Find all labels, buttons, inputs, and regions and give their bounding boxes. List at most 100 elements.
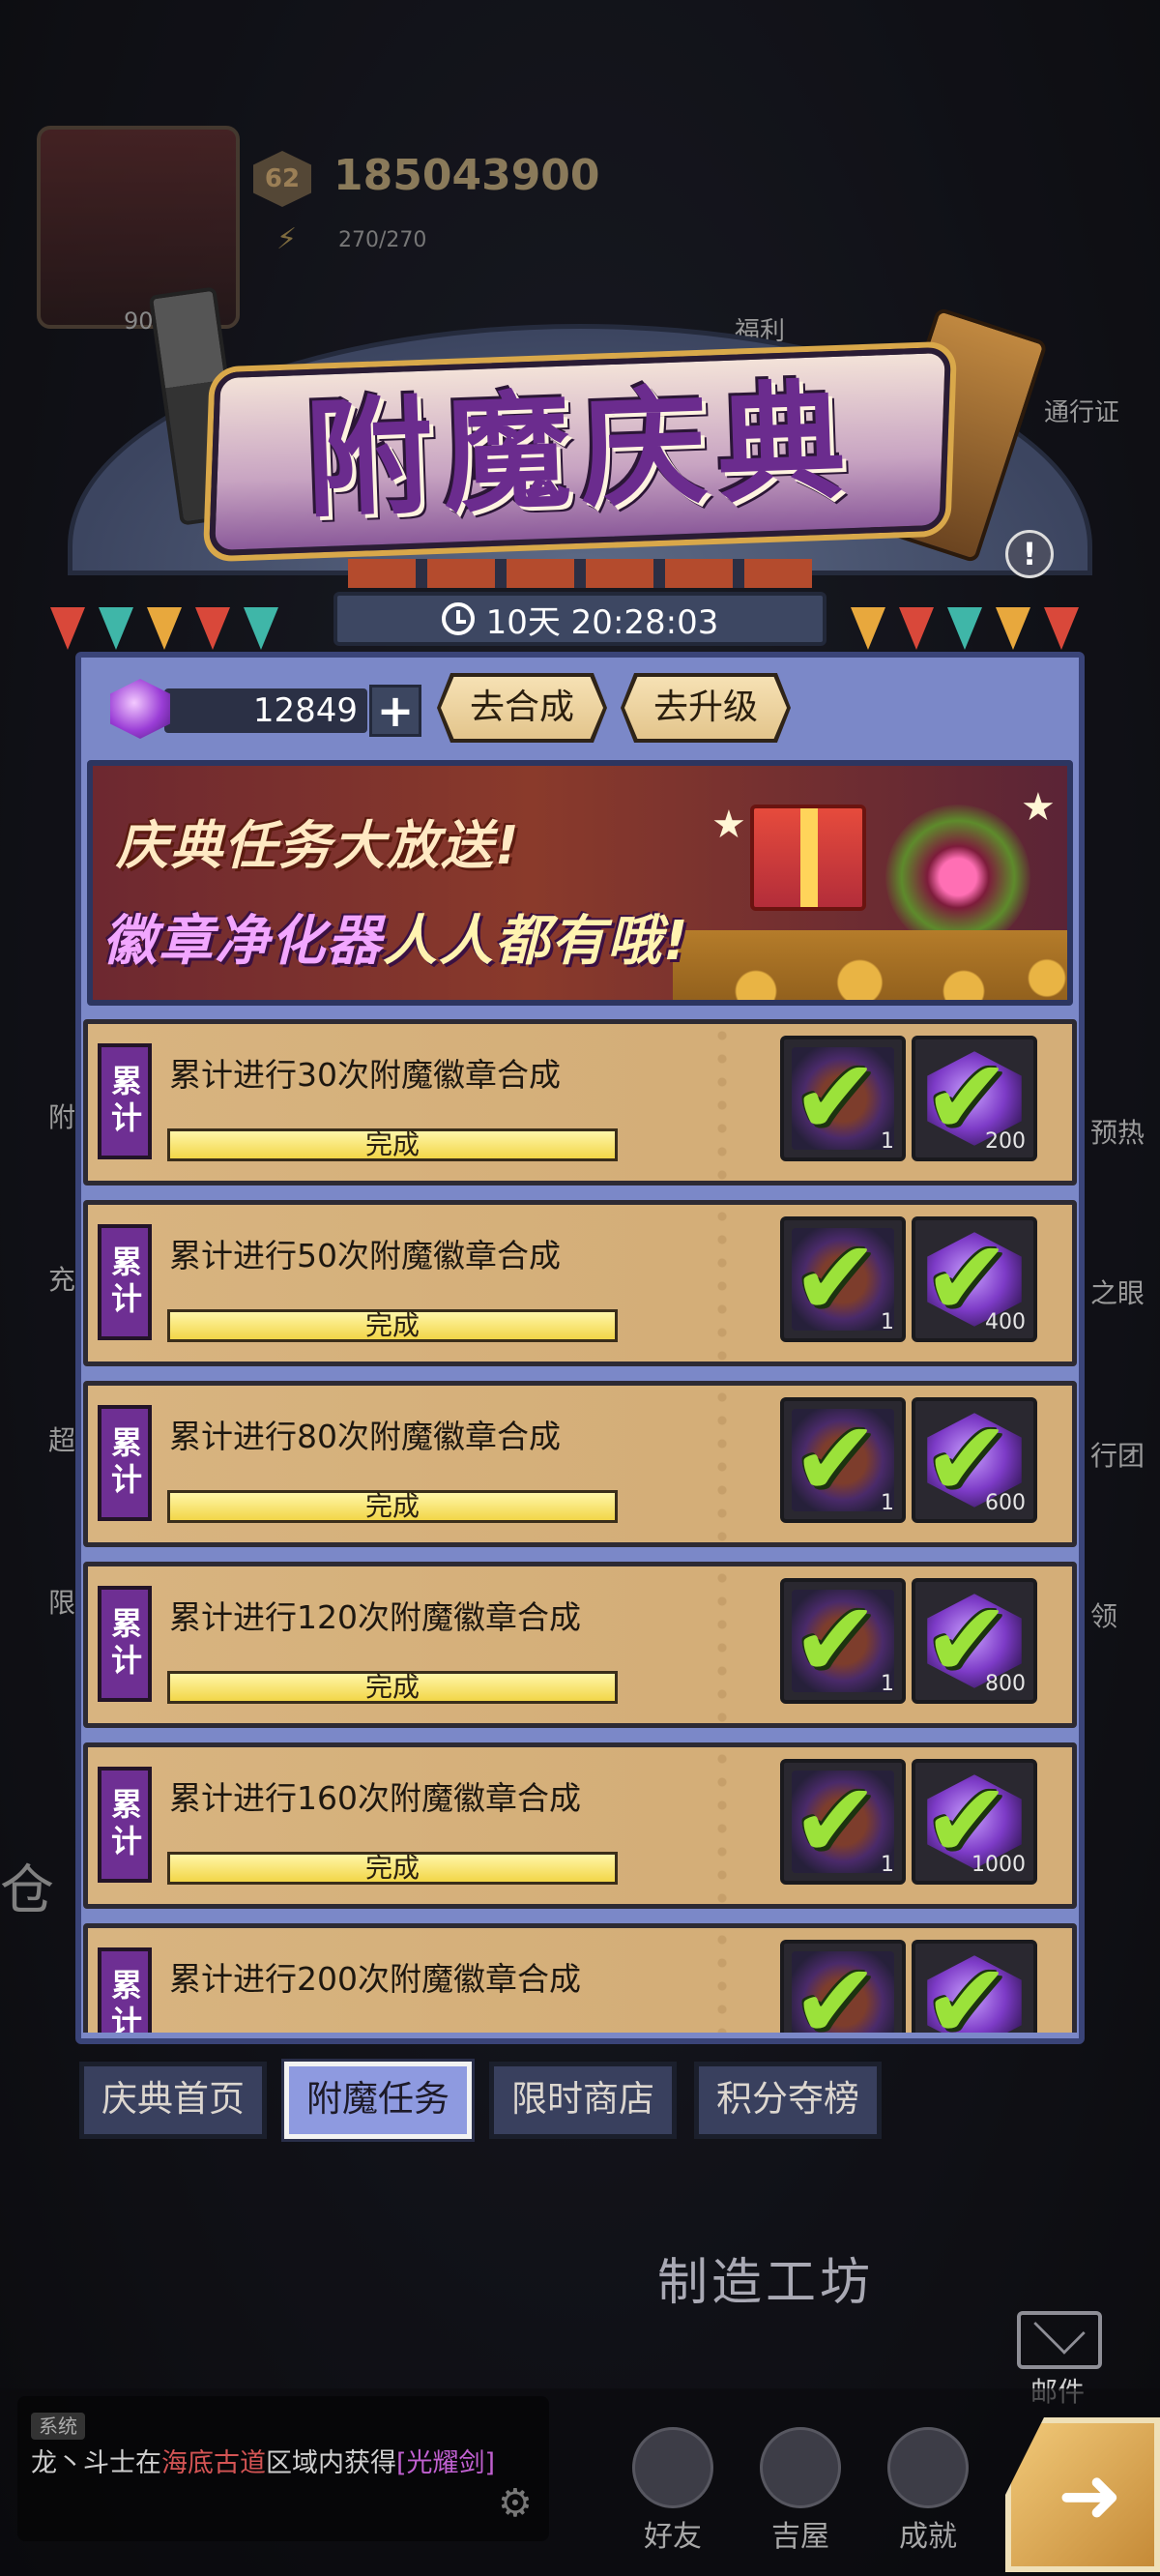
checkmark-icon: ✔: [792, 1580, 880, 1701]
side-label-left-4: 限: [48, 1587, 76, 1619]
task-row: 累计 累计进行200次附魔徽章合成 ✔ ✔: [83, 1923, 1077, 2033]
cumulative-tag: 累计: [98, 1767, 152, 1883]
go-upgrade-button[interactable]: 去升级: [624, 677, 787, 739]
side-label-right-2: 之眼: [1090, 1277, 1146, 1309]
tab-points-ranking[interactable]: 积分夺榜: [694, 2062, 882, 2139]
task-row: 累计 累计进行120次附魔徽章合成 完成 ✔ 1 ✔ 800: [83, 1562, 1077, 1728]
reward-badge-slot[interactable]: ✔ 1: [780, 1759, 906, 1885]
chat-location: 海底古道: [161, 2448, 266, 2478]
reward-badge-slot[interactable]: ✔ 1: [780, 1036, 906, 1161]
reward-gem-slot[interactable]: ✔ 800: [912, 1578, 1037, 1704]
info-icon[interactable]: !: [1005, 530, 1054, 578]
pennant-icon: [195, 607, 230, 650]
pennant-icon: [1044, 607, 1079, 650]
ticket-perforation: [716, 1386, 728, 1542]
checkmark-icon: ✔: [792, 1942, 880, 2034]
side-label-right-3: 行团: [1090, 1440, 1146, 1472]
pennant-icon: [147, 607, 182, 650]
nav-house-button[interactable]: 吉屋: [742, 2427, 858, 2555]
gear-icon[interactable]: ⚙: [498, 2481, 533, 2526]
chat-text-1: 在: [135, 2448, 161, 2478]
pennant-icon: [996, 607, 1030, 650]
pennants-left: [50, 607, 278, 658]
reward-count: 400: [985, 1310, 1026, 1334]
nav-achievement-button[interactable]: 成就: [870, 2427, 986, 2555]
promo-line-2: 徽章净化器人人都有哦!: [102, 897, 690, 976]
chat-item: [光耀剑]: [396, 2448, 496, 2478]
energy-icon: ⚡: [276, 222, 298, 256]
reward-badge-slot[interactable]: ✔ 1: [780, 1397, 906, 1523]
star-icon: ★: [711, 803, 746, 847]
cumulative-tag: 累计: [98, 1586, 152, 1702]
reward-count: 1: [881, 1853, 894, 1877]
purple-gem-icon: [110, 679, 170, 739]
reward-gem-slot[interactable]: ✔ 600: [912, 1397, 1037, 1523]
mail-icon[interactable]: [1017, 2311, 1102, 2369]
task-title: 累计进行120次附魔徽章合成: [169, 1598, 581, 1636]
cumulative-tag: 累计: [98, 1043, 152, 1159]
checkmark-icon: ✔: [792, 1761, 880, 1882]
task-row: 累计 累计进行160次附魔徽章合成 完成 ✔ 1 ✔ 1000: [83, 1742, 1077, 1909]
reward-count: 800: [985, 1672, 1026, 1696]
trophy-icon: [887, 2427, 969, 2508]
add-currency-button[interactable]: +: [369, 685, 421, 737]
ticket-perforation: [716, 1566, 728, 1723]
promo-line-1: 庆典任务大放送!: [116, 815, 521, 876]
reward-gem-slot[interactable]: ✔ 1000: [912, 1759, 1037, 1885]
avatar-level: 90: [124, 307, 154, 335]
tab-enchant-tasks[interactable]: 附魔任务: [284, 2062, 472, 2139]
pennant-icon: [244, 607, 278, 650]
reward-count: 600: [985, 1491, 1026, 1515]
chat-tag: 系统: [31, 2413, 85, 2440]
ticket-perforation: [716, 1205, 728, 1361]
task-progress-bar: 完成: [167, 1128, 618, 1161]
cumulative-tag: 累计: [98, 1947, 152, 2033]
reward-badge-slot[interactable]: ✔ 1: [780, 1216, 906, 1342]
ticket-perforation: [716, 1928, 728, 2033]
clock-icon: [441, 602, 475, 635]
star-icon: ★: [1021, 785, 1056, 830]
chat-text-2: 区域内获得: [266, 2448, 396, 2478]
timer-text: 10天 20:28:03: [485, 602, 719, 642]
pennant-icon: [899, 607, 934, 650]
pennant-icon: [851, 607, 885, 650]
gold-amount: 185043900: [334, 151, 600, 200]
task-progress-bar: 完成: [167, 1309, 618, 1342]
checkmark-icon: ✔: [923, 1942, 1011, 2034]
promo-line-2-rest: 人人都有哦!: [383, 910, 690, 973]
go-synthesize-button[interactable]: 去合成: [441, 677, 603, 739]
badge-purifier-icon: [885, 805, 1030, 950]
reward-count: 1: [881, 1129, 894, 1154]
task-row: 累计 累计进行50次附魔徽章合成 完成 ✔ 1 ✔ 400: [83, 1200, 1077, 1366]
task-title: 累计进行80次附魔徽章合成: [169, 1418, 561, 1455]
task-progress-bar: 完成: [167, 1490, 618, 1523]
task-progress-bar: 完成: [167, 1852, 618, 1885]
dome-stripes: [348, 559, 812, 588]
gift-box-icon: [750, 805, 866, 911]
pennant-icon: [50, 607, 85, 650]
nav-friends-label: 好友: [644, 2520, 702, 2554]
task-row: 累计 累计进行80次附魔徽章合成 完成 ✔ 1 ✔ 600: [83, 1381, 1077, 1547]
chat-player: 龙丶斗士: [31, 2448, 135, 2478]
cumulative-tag: 累计: [98, 1224, 152, 1340]
side-label-right-4: 领: [1090, 1600, 1118, 1632]
event-title: 附魔庆典: [303, 367, 857, 536]
reward-gem-slot[interactable]: ✔ 400: [912, 1216, 1037, 1342]
currency-amount: 12849: [164, 688, 367, 733]
nav-friends-button[interactable]: 好友: [615, 2427, 731, 2555]
side-label-left-1: 附: [48, 1101, 76, 1133]
cumulative-tag: 累计: [98, 1405, 152, 1521]
reward-badge-slot[interactable]: ✔: [780, 1940, 906, 2033]
pennant-icon: [947, 607, 982, 650]
reward-count: 1: [881, 1310, 894, 1334]
chat-box[interactable]: 系统 龙丶斗士在海底古道区域内获得[光耀剑]: [17, 2396, 549, 2541]
task-progress-bar: 完成: [167, 1671, 618, 1704]
pennant-icon: [99, 607, 133, 650]
tab-celebration-home[interactable]: 庆典首页: [79, 2062, 267, 2139]
reward-badge-slot[interactable]: ✔ 1: [780, 1578, 906, 1704]
tab-limited-shop[interactable]: 限时商店: [489, 2062, 677, 2139]
task-list[interactable]: 累计 累计进行30次附魔徽章合成 完成 ✔ 1 ✔ 200 累计 累计进行50次…: [83, 1019, 1077, 2033]
reward-gem-slot[interactable]: ✔ 200: [912, 1036, 1037, 1161]
side-label-right-1: 预热: [1090, 1117, 1146, 1149]
reward-gem-slot[interactable]: ✔: [912, 1940, 1037, 2033]
